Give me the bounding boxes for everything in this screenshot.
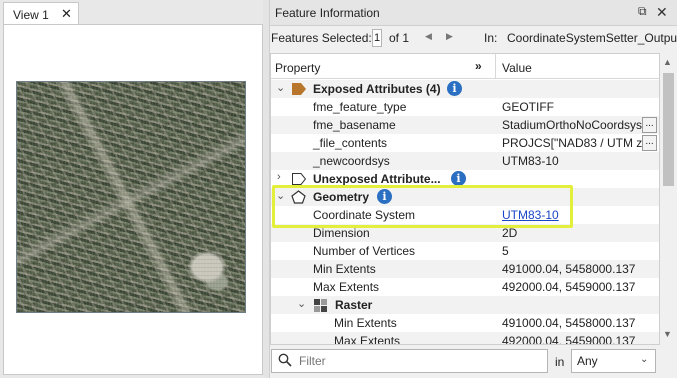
aerial-raster-image[interactable] xyxy=(16,81,246,313)
property-value: 2D xyxy=(502,226,518,240)
chevron-down-icon[interactable]: ⌄ xyxy=(276,189,285,202)
group-unexposed-attributes[interactable]: › Unexposed Attribute... i xyxy=(271,170,659,188)
property-value: GEOTIFF xyxy=(502,100,554,114)
raster-texture xyxy=(17,82,245,312)
previous-feature-button[interactable]: ◀ xyxy=(425,31,432,42)
property-value: 491000.04, 5458000.137 xyxy=(502,316,636,330)
ellipsis-button[interactable]: ... xyxy=(642,117,657,133)
chevron-down-icon[interactable]: ⌄ xyxy=(640,354,648,365)
float-icon[interactable]: ⧉ xyxy=(638,4,647,19)
info-icon[interactable]: i xyxy=(451,171,466,186)
vertical-scrollbar[interactable]: ▲ ▼ xyxy=(660,53,677,345)
expand-columns-button[interactable]: » xyxy=(475,59,482,73)
table-row[interactable]: Dimension 2D xyxy=(271,224,659,242)
table-row[interactable]: Coordinate System UTM83-10 xyxy=(271,206,659,224)
feature-attribute-table: Property » Value ⌄ Exposed Attributes (4… xyxy=(270,53,660,345)
property-name: Max Extents xyxy=(313,280,380,294)
feature-index-field[interactable]: 1 xyxy=(372,29,382,47)
search-icon xyxy=(278,353,292,367)
feature-total-label: of 1 xyxy=(389,31,410,45)
property-name: Min Extents xyxy=(334,316,397,330)
view-panel: View 1 ✕ xyxy=(0,0,263,378)
view-tab-label: View 1 xyxy=(13,8,49,22)
ellipsis-button[interactable]: ... xyxy=(642,135,657,151)
filter-in-label: in xyxy=(555,355,565,369)
map-view-canvas[interactable] xyxy=(3,24,263,375)
geometry-icon xyxy=(291,190,306,204)
group-label: Raster xyxy=(335,298,373,312)
property-name: Coordinate System xyxy=(313,208,416,222)
table-row[interactable]: fme_basename StadiumOrthoNoCoordsys ... xyxy=(271,116,659,134)
table-row[interactable]: Min Extents 491000.04, 5458000.137 xyxy=(271,314,659,332)
table-row[interactable]: fme_feature_type GEOTIFF xyxy=(271,98,659,116)
table-row[interactable]: Min Extents 491000.04, 5458000.137 xyxy=(271,260,659,278)
column-header-value[interactable]: Value xyxy=(502,61,532,75)
next-feature-button[interactable]: ▶ xyxy=(446,31,453,42)
attribute-tag-icon xyxy=(292,83,306,95)
feature-information-panel: Feature Information ⧉ ✕ Features Selecte… xyxy=(269,0,677,378)
filter-scope-value: Any xyxy=(577,354,598,368)
column-header-property[interactable]: Property xyxy=(275,61,320,75)
property-value: 492000.04, 5459000.137 xyxy=(502,280,636,294)
property-name: fme_feature_type xyxy=(313,100,407,114)
filter-bar: in Any ⌄ xyxy=(270,347,677,378)
coordinate-system-link[interactable]: UTM83-10 xyxy=(502,208,642,222)
table-row[interactable]: Number of Vertices 5 xyxy=(271,242,659,260)
info-icon[interactable]: i xyxy=(377,189,392,204)
property-name: Min Extents xyxy=(313,262,376,276)
property-value: 491000.04, 5458000.137 xyxy=(502,262,636,276)
column-divider[interactable] xyxy=(495,54,496,79)
tab-view-1[interactable]: View 1 ✕ xyxy=(3,2,79,25)
filter-input[interactable] xyxy=(297,353,537,369)
group-label: Unexposed Attribute... xyxy=(313,172,441,186)
raster-icon xyxy=(314,299,327,312)
attribute-tag-icon xyxy=(292,173,306,185)
group-exposed-attributes[interactable]: ⌄ Exposed Attributes (4) i xyxy=(271,80,659,98)
scroll-up-arrow[interactable]: ▲ xyxy=(663,57,672,67)
scroll-thumb[interactable] xyxy=(663,73,674,186)
property-name: fme_basename xyxy=(313,118,396,132)
property-value: UTM83-10 xyxy=(502,154,559,168)
panel-titlebar: Feature Information ⧉ ✕ xyxy=(270,0,677,26)
table-row[interactable]: _file_contents PROJCS["NAD83 / UTM zo...… xyxy=(271,134,659,152)
group-label: Geometry xyxy=(313,190,370,204)
property-name: _newcoordsys xyxy=(313,154,390,168)
table-header: Property » Value xyxy=(271,54,659,79)
close-icon[interactable]: ✕ xyxy=(61,6,72,22)
group-raster[interactable]: ⌄ Raster xyxy=(271,296,659,314)
property-name: Dimension xyxy=(313,226,370,240)
in-label: In: xyxy=(484,31,498,45)
property-name: Number of Vertices xyxy=(313,244,416,258)
info-icon[interactable]: i xyxy=(447,81,462,96)
filter-field[interactable] xyxy=(271,349,548,373)
property-value: StadiumOrthoNoCoordsys xyxy=(502,118,642,132)
property-name: Max Extents xyxy=(334,334,401,345)
table-row[interactable]: Max Extents 492000.04, 5459000.137 xyxy=(271,278,659,296)
group-label: Exposed Attributes (4) xyxy=(313,82,441,96)
filter-scope-select[interactable]: Any ⌄ xyxy=(571,349,656,373)
features-selected-label: Features Selected: xyxy=(271,31,372,45)
feature-toolbar: Features Selected: 1 of 1 ◀ ▶ In: Coordi… xyxy=(270,26,677,52)
source-port-name: CoordinateSystemSetter_Output xyxy=(507,31,677,45)
group-geometry[interactable]: ⌄ Geometry i xyxy=(271,188,659,206)
table-row[interactable]: Max Extents 492000.04, 5459000.137 xyxy=(271,332,659,345)
chevron-down-icon[interactable]: ⌄ xyxy=(297,297,306,310)
property-value: 492000.04, 5459000.137 xyxy=(502,334,636,345)
property-value: PROJCS["NAD83 / UTM zo... xyxy=(502,136,642,150)
close-icon[interactable]: ✕ xyxy=(656,4,668,21)
panel-title: Feature Information xyxy=(275,6,380,20)
table-row[interactable]: _newcoordsys UTM83-10 xyxy=(271,152,659,170)
scroll-down-arrow[interactable]: ▼ xyxy=(663,329,672,339)
chevron-down-icon[interactable]: ⌄ xyxy=(276,81,285,94)
property-name: _file_contents xyxy=(313,136,388,150)
property-value: 5 xyxy=(502,244,509,258)
chevron-right-icon[interactable]: › xyxy=(277,171,281,183)
